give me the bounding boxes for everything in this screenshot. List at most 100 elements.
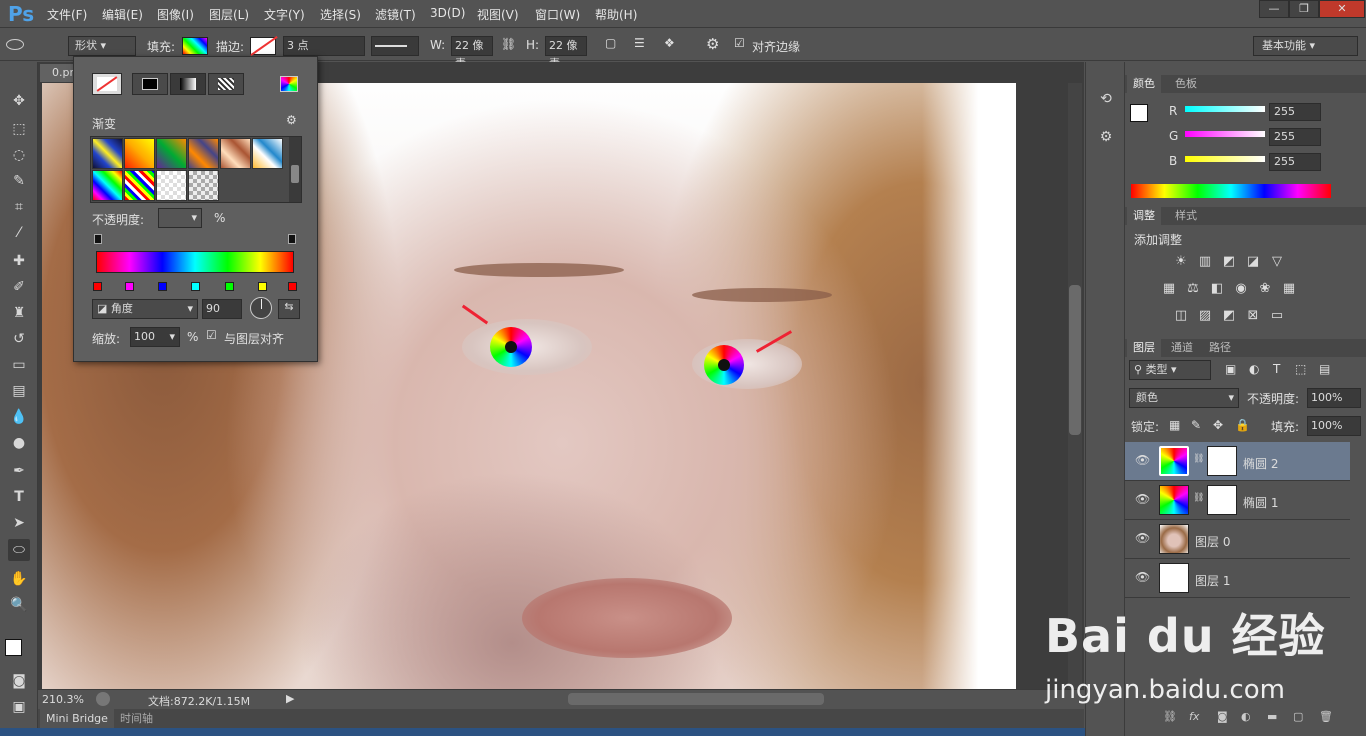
lock-pixels-icon[interactable]: ✎: [1191, 418, 1201, 432]
move-tool-icon[interactable]: ✥: [8, 90, 30, 112]
layer-name[interactable]: 椭圆 1: [1243, 494, 1278, 511]
opacity-stop-right[interactable]: [288, 234, 296, 244]
posterize-icon[interactable]: ▨: [1197, 308, 1213, 324]
history-panel-icon[interactable]: ⟲: [1095, 88, 1117, 110]
quick-mask-icon[interactable]: ◙: [8, 670, 30, 692]
menu-help[interactable]: 帮助(H): [595, 6, 637, 23]
path-arrangement-icon[interactable]: ❖: [664, 36, 675, 50]
eraser-tool-icon[interactable]: ▭: [8, 354, 30, 376]
fx-icon[interactable]: fx: [1189, 710, 1199, 723]
marquee-tool-icon[interactable]: ⬚: [8, 118, 30, 140]
ellipse-tool-preset-icon[interactable]: [6, 37, 42, 53]
layer-row-ellipse-1[interactable]: 👁 ⛓ 椭圆 1: [1125, 481, 1350, 520]
width-field[interactable]: 22 像素: [451, 36, 493, 70]
filter-type-icon[interactable]: T: [1273, 362, 1280, 376]
healing-brush-tool-icon[interactable]: ✚: [8, 250, 30, 272]
menu-view[interactable]: 视图(V): [477, 6, 519, 23]
clone-stamp-tool-icon[interactable]: ♜: [8, 302, 30, 324]
blend-mode-select[interactable]: 颜色 ▾: [1129, 388, 1239, 408]
scale-field[interactable]: 100 ▾: [130, 327, 180, 347]
menu-3d[interactable]: 3D(D): [430, 6, 465, 20]
tab-layers[interactable]: 图层: [1127, 339, 1161, 357]
gradient-button[interactable]: [170, 73, 206, 95]
color-stop-icon[interactable]: [125, 282, 134, 291]
layer-name[interactable]: 图层 0: [1195, 533, 1230, 550]
color-stop-icon[interactable]: [191, 282, 200, 291]
gradient-swatch[interactable]: [252, 138, 283, 169]
path-select-tool-icon[interactable]: ➤: [8, 512, 30, 534]
foreground-color-swatch[interactable]: [5, 639, 22, 656]
new-group-icon[interactable]: ▬: [1267, 710, 1277, 723]
stroke-swatch[interactable]: [250, 36, 278, 56]
layer-filter-select[interactable]: ⚲ 类型 ▾: [1129, 360, 1211, 380]
color-stop-icon[interactable]: [258, 282, 267, 291]
gradient-map-icon[interactable]: ▭: [1269, 308, 1285, 324]
eyedropper-tool-icon[interactable]: ⁄: [8, 222, 30, 244]
tab-swatches[interactable]: 色板: [1169, 75, 1203, 93]
menu-image[interactable]: 图像(I): [157, 6, 194, 23]
color-spectrum-bar[interactable]: [1131, 184, 1331, 198]
zoom-tool-icon[interactable]: 🔍: [8, 594, 30, 616]
close-button[interactable]: ✕: [1319, 0, 1365, 18]
gradient-swatch[interactable]: [156, 138, 187, 169]
layer-row-ellipse-2[interactable]: 👁 ⛓ 椭圆 2: [1125, 442, 1350, 481]
color-balance-icon[interactable]: ⚖: [1185, 281, 1201, 297]
gradient-swatch[interactable]: [156, 170, 187, 201]
black-white-icon[interactable]: ◧: [1209, 281, 1225, 297]
visibility-eye-icon[interactable]: 👁: [1135, 492, 1150, 506]
gradient-opacity-field[interactable]: ▾: [158, 208, 202, 228]
menu-window[interactable]: 窗口(W): [535, 6, 580, 23]
horizontal-scroll-thumb[interactable]: [568, 693, 824, 705]
ellipse-tool-icon[interactable]: ⬭: [8, 539, 30, 561]
selective-color-icon[interactable]: ⊠: [1245, 308, 1261, 324]
no-fill-button[interactable]: [92, 73, 122, 95]
gradient-swatch[interactable]: [188, 138, 219, 169]
opacity-stop-left[interactable]: [94, 234, 102, 244]
adjustment-layer-icon[interactable]: ◐: [1241, 710, 1251, 723]
g-slider[interactable]: [1185, 131, 1265, 137]
menu-filter[interactable]: 滤镜(T): [375, 6, 416, 23]
path-alignment-icon[interactable]: ☰: [634, 36, 645, 50]
menu-edit[interactable]: 编辑(E): [102, 6, 143, 23]
gradient-swatch[interactable]: [220, 138, 251, 169]
stroke-type-select[interactable]: [371, 36, 419, 56]
align-edges-checkbox[interactable]: ☑: [734, 36, 745, 50]
gradient-swatch[interactable]: [124, 170, 155, 201]
menu-type[interactable]: 文字(Y): [264, 6, 305, 23]
minimize-button[interactable]: —: [1259, 0, 1289, 18]
workspace-select[interactable]: 基本功能 ▾: [1253, 36, 1358, 56]
filter-smart-icon[interactable]: ▤: [1319, 362, 1330, 376]
g-field[interactable]: 255: [1269, 128, 1321, 146]
brightness-contrast-icon[interactable]: ☀: [1173, 254, 1189, 270]
color-stop-icon[interactable]: [158, 282, 167, 291]
tab-channels[interactable]: 通道: [1165, 339, 1199, 357]
threshold-icon[interactable]: ◩: [1221, 308, 1237, 324]
swatch-scrollbar[interactable]: [289, 137, 301, 202]
filter-pixel-icon[interactable]: ▣: [1225, 362, 1236, 376]
trash-icon[interactable]: 🗑: [1319, 710, 1333, 723]
foreground-color[interactable]: [1130, 104, 1148, 122]
tab-adjustments[interactable]: 调整: [1127, 207, 1161, 225]
new-layer-icon[interactable]: ▢: [1293, 710, 1303, 723]
exposure-icon[interactable]: ◪: [1245, 254, 1261, 270]
gradient-tool-icon[interactable]: ▤: [8, 380, 30, 402]
menu-layer[interactable]: 图层(L): [209, 6, 249, 23]
curves-icon[interactable]: ◩: [1221, 254, 1237, 270]
link-icon[interactable]: ⛓: [501, 37, 516, 51]
photo-filter-icon[interactable]: ◉: [1233, 281, 1249, 297]
color-picker-icon[interactable]: [280, 76, 298, 92]
tab-paths[interactable]: 路径: [1203, 339, 1237, 357]
stroke-width-field[interactable]: 3 点: [283, 36, 365, 56]
tab-mini-bridge[interactable]: Mini Bridge: [40, 709, 114, 729]
vector-mask-thumbnail[interactable]: [1207, 446, 1237, 476]
path-operations-icon[interactable]: ▢: [605, 36, 616, 50]
layer-row-layer-1[interactable]: 👁 图层 1: [1125, 559, 1350, 598]
gradient-bar[interactable]: [96, 251, 294, 273]
tool-mode-select[interactable]: 形状 ▾: [68, 36, 136, 56]
lock-transparency-icon[interactable]: ▦: [1169, 418, 1180, 432]
visibility-eye-icon[interactable]: 👁: [1135, 453, 1150, 467]
history-brush-tool-icon[interactable]: ↺: [8, 328, 30, 350]
color-stop-icon[interactable]: [93, 282, 102, 291]
lock-position-icon[interactable]: ✥: [1213, 418, 1223, 432]
status-icon[interactable]: [96, 692, 110, 706]
